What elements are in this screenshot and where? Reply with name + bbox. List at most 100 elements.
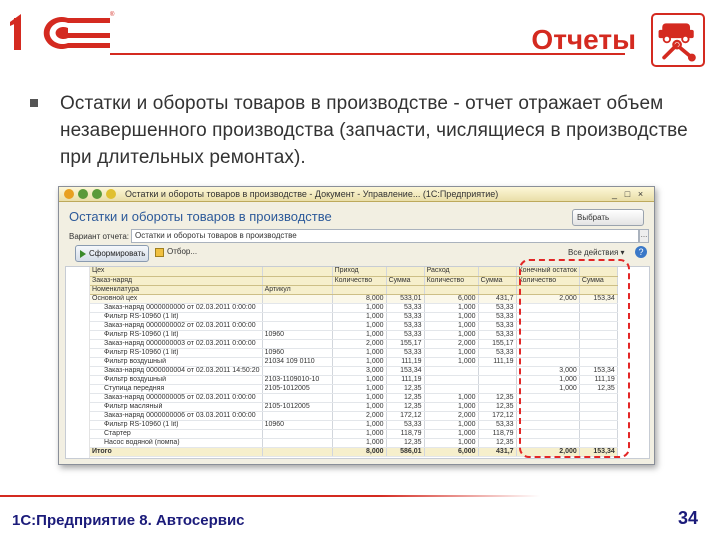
grid-cell: Основной цех <box>90 294 263 304</box>
svg-text:®: ® <box>110 11 115 18</box>
grid-cell: 1,000 <box>424 312 479 322</box>
grid-cell: 533,01 <box>386 294 425 304</box>
grid-cell: 12,35 <box>386 438 425 448</box>
grid-cell: 53,33 <box>478 312 517 322</box>
grid-cell: 10960 <box>262 330 333 340</box>
grid-cell: Артикул <box>262 285 333 295</box>
maximize-icon[interactable]: □ <box>622 189 633 200</box>
grid-cell: 1,000 <box>424 402 479 412</box>
grid-cell: 3,000 <box>332 366 387 376</box>
grid-cell: Фильтр воздушный <box>90 375 263 385</box>
grid-cell <box>262 366 333 376</box>
grid-cell: Фильтр RS-10960 (1 lit) <box>90 312 263 322</box>
grid-cell: 1,000 <box>332 375 387 385</box>
grid-cell: 172,12 <box>478 411 517 421</box>
grid-cell <box>262 438 333 448</box>
grid-cell: 2103-1109010-10 <box>262 375 333 385</box>
grid-cell: 53,33 <box>386 420 425 430</box>
footer-divider <box>0 495 540 497</box>
window-titlebar[interactable]: Остатки и обороты товаров в производстве… <box>59 187 654 202</box>
grid-cell: 155,17 <box>478 339 517 349</box>
variant-field[interactable]: Остатки и обороты товаров в производстве <box>131 229 639 243</box>
grid-cell: 12,35 <box>386 393 425 403</box>
grid-cell <box>332 285 387 295</box>
grid-cell: 53,33 <box>478 330 517 340</box>
back-icon[interactable] <box>78 189 88 199</box>
generate-report-button[interactable]: Сформировать <box>75 245 149 262</box>
page-number: 34 <box>677 508 698 528</box>
grid-cell: Заказ-наряд 0000000002 от 02.03.2011 0:0… <box>90 321 263 331</box>
grid-cell: Фильтр RS-10960 (1 lit) <box>90 330 263 340</box>
brand-logo: ® <box>10 11 115 50</box>
grid-cell: 1,000 <box>424 357 479 367</box>
forward-icon[interactable] <box>92 189 102 199</box>
grouping-gutter[interactable] <box>66 267 90 458</box>
all-actions-menu[interactable]: Все действия ▾ <box>568 248 625 257</box>
grid-cell: 1,000 <box>424 330 479 340</box>
grid-cell <box>262 429 333 439</box>
grid-cell: 118,79 <box>478 429 517 439</box>
grid-cell: 6,000 <box>424 294 479 304</box>
grid-cell: 1,000 <box>332 420 387 430</box>
grid-cell: 153,34 <box>386 366 425 376</box>
grid-cell: Фильтр воздушный <box>90 357 263 367</box>
grid-cell: 53,33 <box>386 330 425 340</box>
grid-cell: 155,17 <box>386 339 425 349</box>
window-title: Остатки и обороты товаров в производстве… <box>125 189 499 199</box>
minimize-icon[interactable]: _ <box>609 189 620 200</box>
grid-cell <box>478 285 517 295</box>
grid-cell <box>424 285 479 295</box>
grid-cell: 1,000 <box>332 402 387 412</box>
grid-cell: 111,19 <box>478 357 517 367</box>
choose-variant-button[interactable]: Выбрать вариант... <box>572 209 644 237</box>
help-icon[interactable]: ? <box>635 246 647 258</box>
grid-cell <box>262 411 333 421</box>
grid-cell: 53,33 <box>478 321 517 331</box>
filter-button[interactable]: Отбор... <box>155 247 197 257</box>
grid-cell <box>386 285 425 295</box>
grid-cell: Номенклатура <box>90 285 263 295</box>
grid-cell: 21034 109 0110 <box>262 357 333 367</box>
footer-product-name: 1С:Предприятие 8. Автосервис <box>12 512 245 529</box>
star-icon[interactable] <box>106 189 116 199</box>
variant-select-icon[interactable]: … <box>639 229 649 243</box>
grid-cell: 53,33 <box>386 321 425 331</box>
grid-cell: 10960 <box>262 420 333 430</box>
grid-cell: 53,33 <box>478 420 517 430</box>
grid-cell <box>478 384 517 394</box>
grid-cell: 1,000 <box>332 321 387 331</box>
variant-label: Вариант отчета: <box>69 232 129 241</box>
grid-cell <box>262 393 333 403</box>
grid-cell: 53,33 <box>386 312 425 322</box>
grid-cell: 586,01 <box>386 446 425 457</box>
grid-cell: 2105-1012005 <box>262 384 333 394</box>
grid-cell: 2,000 <box>424 411 479 421</box>
grid-cell: 12,35 <box>386 402 425 412</box>
grid-cell: 12,35 <box>478 393 517 403</box>
grid-cell: Количество <box>332 276 387 286</box>
grid-cell <box>424 366 479 376</box>
car-service-icon <box>651 13 705 67</box>
grid-cell <box>478 366 517 376</box>
grid-cell: 12,35 <box>478 438 517 448</box>
grid-cell <box>262 446 333 457</box>
grid-cell <box>262 294 333 304</box>
grid-cell: 1,000 <box>332 429 387 439</box>
grid-cell: Стартер <box>90 429 263 439</box>
grid-cell <box>478 375 517 385</box>
grid-cell: 1,000 <box>332 312 387 322</box>
form-title: Остатки и обороты товаров в производстве <box>69 209 332 224</box>
grid-cell: Количество <box>424 276 479 286</box>
grid-cell: 1,000 <box>332 348 387 358</box>
grid-cell: Цех <box>90 267 263 277</box>
grid-cell: 1,000 <box>332 393 387 403</box>
close-icon[interactable]: × <box>635 189 646 200</box>
grid-cell: Фильтр масляный <box>90 402 263 412</box>
grid-cell: 6,000 <box>424 446 479 457</box>
grid-cell: 1,000 <box>424 348 479 358</box>
grid-cell: 1,000 <box>424 420 479 430</box>
filter-icon <box>155 248 164 257</box>
grid-cell: 2,000 <box>424 339 479 349</box>
grid-cell: 53,33 <box>478 348 517 358</box>
grid-cell <box>262 267 333 277</box>
